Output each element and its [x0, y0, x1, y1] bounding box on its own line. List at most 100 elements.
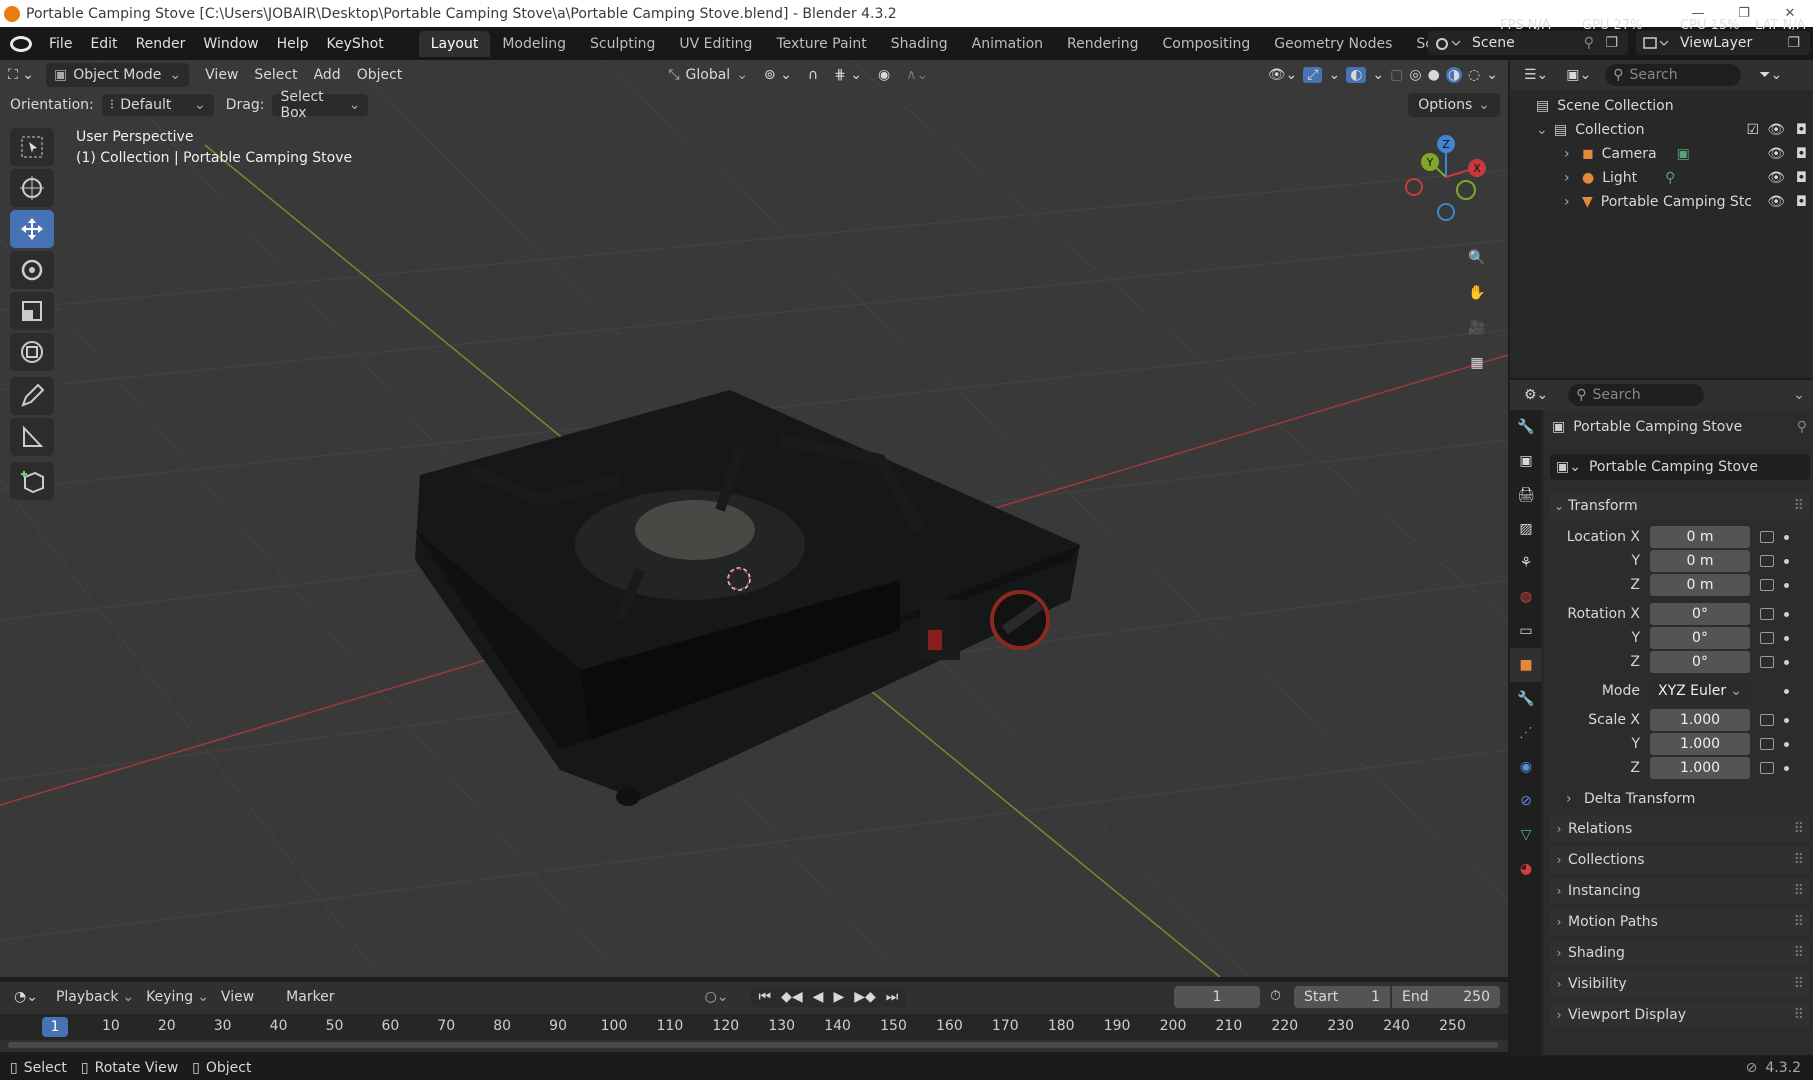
menu-help[interactable]: Help [268, 27, 318, 60]
tab-animation[interactable]: Animation [960, 31, 1055, 57]
object-name-field[interactable]: ▣⌄ Portable Camping Stove [1550, 454, 1810, 480]
tab-world[interactable]: ◍ [1510, 580, 1542, 614]
tab-physics[interactable]: ◉ [1510, 750, 1542, 784]
location-y-field[interactable]: 0 m [1650, 550, 1750, 572]
view-layer-selector[interactable]: ViewLayer ❐ [1636, 31, 1810, 55]
rendered-shading-icon[interactable]: ◌ [1468, 67, 1480, 83]
stove-model[interactable] [415, 390, 1080, 806]
tab-material[interactable]: ◕ [1510, 852, 1542, 886]
tab-output[interactable]: 🖨 [1510, 478, 1542, 512]
lock-icon[interactable] [1760, 555, 1774, 567]
outliner-editor-icon[interactable]: ☰⌄ [1524, 67, 1548, 83]
current-frame-field[interactable]: 1 [1174, 986, 1260, 1008]
timeline-scrollbar[interactable] [8, 1042, 1498, 1048]
tab-object[interactable]: ■ [1510, 648, 1542, 682]
pan-view-button[interactable]: ✋ [1462, 278, 1492, 308]
wireframe-shading-icon[interactable]: ◎ [1409, 67, 1421, 83]
select-box-tool[interactable] [10, 128, 54, 166]
start-frame-field[interactable]: Start 1 [1294, 986, 1390, 1008]
lock-icon[interactable] [1760, 579, 1774, 591]
material-shading-icon[interactable]: ◑ [1445, 67, 1463, 83]
orientation-dropdown[interactable]: ⁝ Default ⌄ [101, 94, 214, 116]
drag-handle-icon[interactable]: ⠿ [1794, 945, 1804, 961]
viewport-display-panel-header[interactable]: › Viewport Display ⠿ [1550, 1002, 1810, 1028]
play-icon[interactable]: ▶ [833, 989, 844, 1005]
tab-render[interactable]: ▣ [1510, 444, 1542, 478]
visibility-icon[interactable]: 👁⌄ [1268, 67, 1298, 83]
lock-icon[interactable] [1760, 762, 1774, 774]
cursor-tool[interactable] [10, 169, 54, 207]
location-x-field[interactable]: 0 m [1650, 526, 1750, 548]
keyframe-dot-icon[interactable] [1784, 534, 1789, 540]
render-camera-icon[interactable]: ◘ [1796, 194, 1807, 210]
filter-icon[interactable]: ⏷⌄ [1759, 67, 1782, 83]
tab-modeling[interactable]: Modeling [490, 31, 578, 57]
overlay-dropdown-icon[interactable]: ⌄ [1372, 67, 1384, 83]
drag-handle-icon[interactable]: ⠿ [1794, 914, 1804, 930]
current-frame-indicator[interactable]: 1 [42, 1017, 68, 1037]
timeline-menu-marker[interactable]: Marker [286, 989, 334, 1005]
rotation-y-field[interactable]: 0° [1650, 627, 1750, 649]
menu-window[interactable]: Window [194, 27, 267, 60]
tab-data[interactable]: ▽ [1510, 818, 1542, 852]
transform-tool[interactable] [10, 333, 54, 371]
transform-orientation-dropdown[interactable]: ⤡ Global ⌄ [660, 63, 756, 87]
keyframe-dot-icon[interactable] [1784, 741, 1789, 747]
outliner-item-camera[interactable]: › ◼ Camera ▣ 👁 ◘ [1510, 142, 1813, 166]
lock-icon[interactable] [1760, 531, 1774, 543]
relations-panel-header[interactable]: › Relations ⠿ [1550, 816, 1810, 842]
properties-search[interactable]: ⚲ Search [1568, 384, 1705, 406]
camera-data-icon[interactable]: ▣ [1677, 146, 1690, 162]
location-z-field[interactable]: 0 m [1650, 574, 1750, 596]
properties-editor-icon[interactable]: ⚙⌄ [1524, 387, 1548, 403]
tab-view-layer[interactable]: ▨ [1510, 512, 1542, 546]
checkbox-icon[interactable]: ☑ [1746, 122, 1759, 138]
chevron-down-icon[interactable]: ⌄ [1793, 387, 1805, 403]
keyframe-dot-icon[interactable] [1784, 558, 1789, 564]
outliner-item-light[interactable]: › ● Light ⚲ 👁 ◘ [1510, 166, 1813, 190]
proportional-edit-toggle[interactable]: ◉ [870, 63, 898, 87]
lock-icon[interactable] [1760, 608, 1774, 620]
eye-icon[interactable]: 👁 [1767, 122, 1785, 138]
tab-particles[interactable]: ⋰ [1510, 716, 1542, 750]
3d-viewport[interactable]: ⛶ ⌄ ▣ Object Mode ⌄ View Select Add Obje… [0, 60, 1508, 977]
camera-view-button[interactable]: 🎥 [1462, 313, 1492, 343]
menu-keyshot[interactable]: KeyShot [318, 27, 393, 60]
drag-handle-icon[interactable]: ⠿ [1794, 976, 1804, 992]
new-view-layer-icon[interactable]: ❐ [1787, 35, 1800, 51]
keyframe-dot-icon[interactable] [1784, 765, 1789, 771]
rotate-tool[interactable] [10, 251, 54, 289]
render-camera-icon[interactable]: ◘ [1796, 146, 1807, 162]
prev-keyframe-icon[interactable]: ◆◀ [781, 989, 803, 1005]
ortho-toggle-button[interactable]: ▦ [1462, 348, 1492, 378]
light-data-icon[interactable]: ⚲ [1665, 170, 1675, 186]
chevron-down-icon[interactable]: ⌄ [1536, 122, 1550, 138]
scale-x-field[interactable]: 1.000 [1650, 709, 1750, 731]
end-frame-field[interactable]: End 250 [1392, 986, 1500, 1008]
blender-menu-icon[interactable] [10, 35, 32, 52]
keyframe-dot-icon[interactable] [1784, 688, 1789, 694]
stopwatch-icon[interactable]: ⏱ [1270, 988, 1281, 1004]
next-keyframe-icon[interactable]: ▶◆ [854, 989, 876, 1005]
keyframe-dot-icon[interactable] [1784, 635, 1789, 641]
scale-y-field[interactable]: 1.000 [1650, 733, 1750, 755]
snap-toggle[interactable]: ∩ [800, 63, 826, 87]
move-tool[interactable] [10, 210, 54, 248]
tab-uv-editing[interactable]: UV Editing [667, 31, 764, 57]
tab-geometry-nodes[interactable]: Geometry Nodes [1262, 31, 1404, 57]
menu-render[interactable]: Render [127, 27, 195, 60]
pin-icon[interactable]: ⚲ [1584, 35, 1594, 51]
add-cube-tool[interactable] [10, 462, 54, 500]
drag-dropdown[interactable]: Select Box ⌄ [272, 89, 369, 121]
keyframe-dot-icon[interactable] [1784, 717, 1789, 723]
tab-layout[interactable]: Layout [418, 30, 491, 57]
timeline-ruler[interactable]: 1 10 20 30 40 50 60 70 80 90 100 110 120 130 140 150 16… [0, 1014, 1508, 1040]
play-reverse-icon[interactable]: ◀ [813, 989, 824, 1005]
drag-handle-icon[interactable]: ⠿ [1794, 1007, 1804, 1023]
drag-handle-icon[interactable]: ⠿ [1794, 821, 1804, 837]
viewport-menu-object[interactable]: Object [349, 63, 411, 87]
jump-end-icon[interactable]: ⏭ [886, 989, 899, 1005]
xray-icon[interactable]: ▢ [1390, 67, 1403, 83]
lock-icon[interactable] [1760, 632, 1774, 644]
eye-icon[interactable]: 👁 [1767, 194, 1785, 210]
